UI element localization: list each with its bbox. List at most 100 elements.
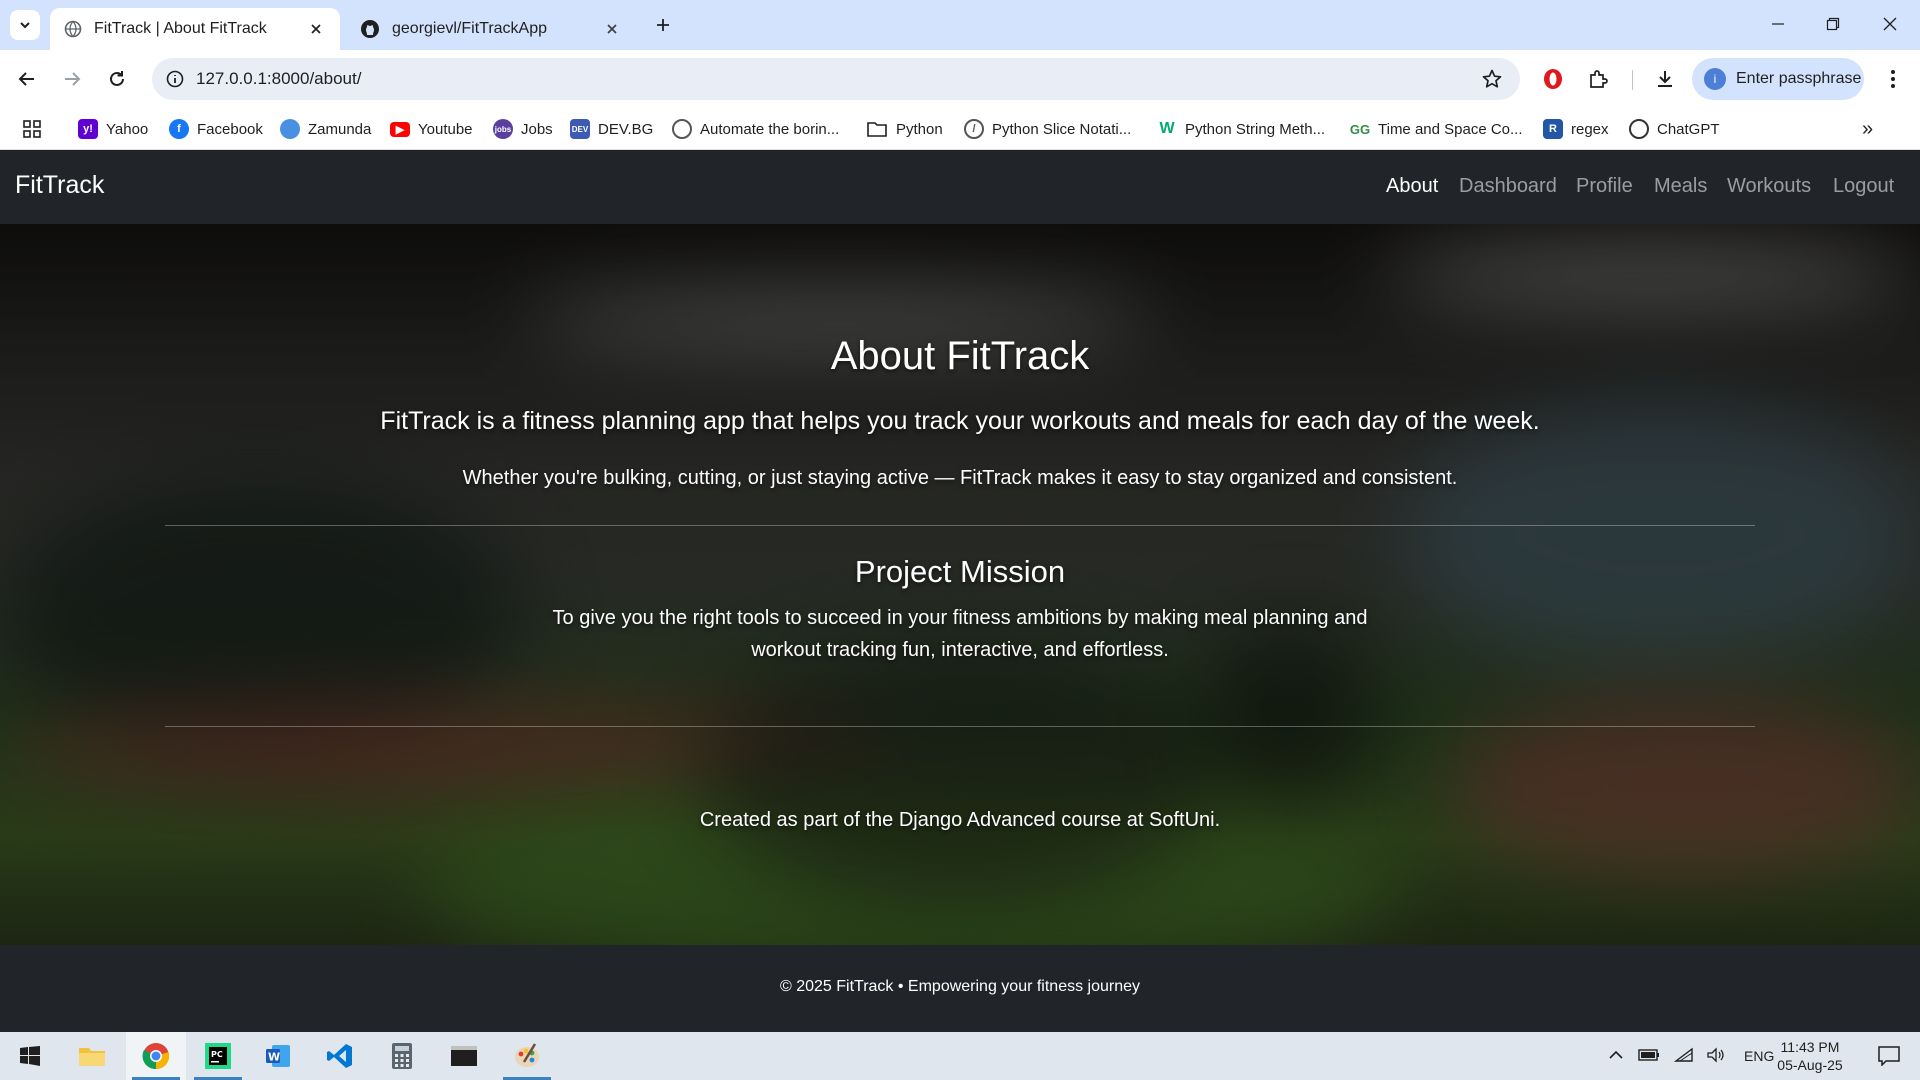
bookmark-label: Python Slice Notati... bbox=[992, 120, 1132, 138]
chrome-icon bbox=[142, 1043, 170, 1070]
nav-profile[interactable]: Profile bbox=[1576, 175, 1633, 198]
minimize-button[interactable] bbox=[1758, 8, 1798, 40]
credit-text: Created as part of the Django Advanced c… bbox=[699, 809, 1221, 831]
nav-dashboard[interactable]: Dashboard bbox=[1459, 175, 1557, 198]
bookmark-youtube[interactable]: ▶ Youtube bbox=[390, 117, 473, 141]
nav-meals[interactable]: Meals bbox=[1654, 175, 1707, 198]
start-button[interactable] bbox=[0, 1032, 60, 1080]
jobs-icon: jobs bbox=[493, 119, 513, 139]
apps-button[interactable] bbox=[22, 117, 42, 141]
yahoo-icon: y! bbox=[78, 119, 98, 139]
nav-logout[interactable]: Logout bbox=[1833, 175, 1894, 198]
automate-icon bbox=[672, 119, 692, 139]
tab-title: georgievl/FitTrackApp bbox=[392, 20, 548, 37]
hero-sub-text: Whether you're bulking, cutting, or just… bbox=[462, 467, 1458, 489]
taskbar-terminal[interactable] bbox=[434, 1032, 494, 1080]
chevron-up-icon[interactable] bbox=[1608, 1048, 1624, 1064]
restore-button[interactable] bbox=[1813, 8, 1853, 40]
arrow-left-icon bbox=[18, 72, 34, 86]
bookmarks-overflow-button[interactable]: » bbox=[1862, 117, 1873, 141]
site-brand[interactable]: FitTrack bbox=[15, 171, 104, 200]
site-info-icon[interactable] bbox=[162, 66, 188, 92]
downloads-button[interactable] bbox=[1650, 64, 1680, 94]
bookmark-label: regex bbox=[1571, 120, 1609, 138]
bookmark-label: Time and Space Co... bbox=[1378, 120, 1523, 138]
w3schools-icon: W bbox=[1159, 120, 1175, 137]
extensions-button[interactable] bbox=[1583, 64, 1613, 94]
plus-icon bbox=[657, 19, 669, 31]
restore-icon bbox=[1826, 17, 1840, 31]
forward-button[interactable] bbox=[57, 64, 87, 94]
bookmark-folder-python[interactable]: Python bbox=[866, 117, 943, 141]
svg-text:W: W bbox=[268, 1051, 280, 1064]
new-tab-button[interactable] bbox=[650, 12, 676, 38]
taskbar-vscode[interactable] bbox=[310, 1032, 370, 1080]
page-title: About FitTrack bbox=[830, 334, 1090, 378]
bookmark-label: Youtube bbox=[418, 120, 473, 138]
taskbar-paint[interactable] bbox=[497, 1032, 557, 1080]
bookmark-yahoo[interactable]: y! Yahoo bbox=[78, 117, 148, 141]
geeksforgeeks-icon: GG bbox=[1349, 121, 1371, 137]
system-clock[interactable]: 11:43 PM 05-Aug-25 bbox=[1760, 1038, 1860, 1074]
apps-grid-icon bbox=[23, 120, 41, 138]
divider bbox=[165, 525, 1755, 526]
word-icon: W bbox=[266, 1045, 290, 1067]
tab-search-button[interactable] bbox=[10, 10, 40, 40]
browser-toolbar: 127.0.0.1:8000/about/ i Enter passphrase bbox=[0, 50, 1920, 108]
svg-text:PC: PC bbox=[211, 1050, 223, 1059]
arrow-right-icon bbox=[65, 72, 81, 86]
battery-icon[interactable] bbox=[1638, 1048, 1660, 1065]
address-bar[interactable]: 127.0.0.1:8000/about/ bbox=[152, 58, 1520, 100]
url-text[interactable]: 127.0.0.1:8000/about/ bbox=[196, 69, 361, 89]
taskbar-calculator[interactable] bbox=[372, 1032, 432, 1080]
site-footer: © 2025 FitTrack • Empowering your fitnes… bbox=[0, 945, 1920, 1032]
bookmark-python-string[interactable]: W Python String Meth... bbox=[1157, 117, 1325, 141]
footer-text: © 2025 FitTrack • Empowering your fitnes… bbox=[779, 978, 1141, 995]
profile-button[interactable]: i Enter passphrase bbox=[1692, 58, 1864, 100]
bookmark-label: Python String Meth... bbox=[1185, 120, 1326, 138]
back-button[interactable] bbox=[12, 64, 42, 94]
bookmark-time-space[interactable]: GG Time and Space Co... bbox=[1350, 117, 1523, 141]
web-page: FitTrack About Dashboard Profile Meals W… bbox=[0, 151, 1920, 1032]
bookmark-facebook[interactable]: f Facebook bbox=[169, 117, 263, 141]
close-window-button[interactable] bbox=[1870, 8, 1910, 40]
bookmark-zamunda[interactable]: Zamunda bbox=[280, 117, 371, 141]
bookmark-jobs[interactable]: jobs Jobs bbox=[493, 117, 553, 141]
minimize-icon bbox=[1772, 23, 1784, 25]
bookmark-label: Python bbox=[896, 120, 943, 138]
hero-lead-text: FitTrack is a fitness planning app that … bbox=[380, 407, 1540, 435]
taskbar-chrome[interactable] bbox=[126, 1032, 186, 1080]
taskbar-word[interactable]: W bbox=[248, 1032, 308, 1080]
opera-icon bbox=[1544, 69, 1562, 89]
double-chevron-right-icon: » bbox=[1862, 117, 1874, 140]
taskbar-pycharm[interactable]: PC bbox=[188, 1032, 248, 1080]
bookmark-devbg[interactable]: DEV DEV.BG bbox=[570, 117, 653, 141]
opera-extension-button[interactable] bbox=[1538, 64, 1568, 94]
bookmark-automate[interactable]: Automate the borin... bbox=[672, 117, 839, 141]
nav-workouts[interactable]: Workouts bbox=[1727, 175, 1811, 198]
tab-github[interactable]: georgievl/FitTrackApp bbox=[346, 8, 636, 50]
notifications-button[interactable] bbox=[1864, 1032, 1914, 1080]
taskbar-file-explorer[interactable] bbox=[62, 1032, 122, 1080]
close-tab-icon[interactable] bbox=[602, 19, 622, 39]
devbg-icon: DEV bbox=[570, 119, 590, 139]
tab-title: FitTrack | About FitTrack bbox=[94, 20, 267, 37]
paint-icon bbox=[515, 1043, 539, 1067]
browser-menu-button[interactable] bbox=[1878, 64, 1908, 94]
volume-icon[interactable] bbox=[1706, 1046, 1726, 1066]
download-icon bbox=[1658, 71, 1672, 87]
reload-icon bbox=[110, 71, 124, 86]
bookmark-python-slice[interactable]: / Python Slice Notati... bbox=[964, 117, 1131, 141]
reload-button[interactable] bbox=[102, 64, 132, 94]
tab-fittrack[interactable]: FitTrack | About FitTrack bbox=[50, 8, 340, 50]
bookmark-star-icon[interactable] bbox=[1480, 67, 1504, 91]
windows-taskbar: PC W ENG 11:43 PM 05-Aug-25 bbox=[0, 1032, 1920, 1080]
bookmark-regex[interactable]: R regex bbox=[1543, 117, 1609, 141]
bookmark-chatgpt[interactable]: ChatGPT bbox=[1629, 117, 1720, 141]
close-tab-icon[interactable] bbox=[306, 19, 326, 39]
nav-about[interactable]: About bbox=[1386, 175, 1438, 198]
browser-tabstrip: FitTrack | About FitTrack georgievl/FitT… bbox=[0, 0, 1920, 50]
vscode-icon bbox=[327, 1044, 352, 1068]
wifi-icon[interactable] bbox=[1673, 1047, 1694, 1066]
site-navbar: FitTrack About Dashboard Profile Meals W… bbox=[0, 151, 1920, 224]
